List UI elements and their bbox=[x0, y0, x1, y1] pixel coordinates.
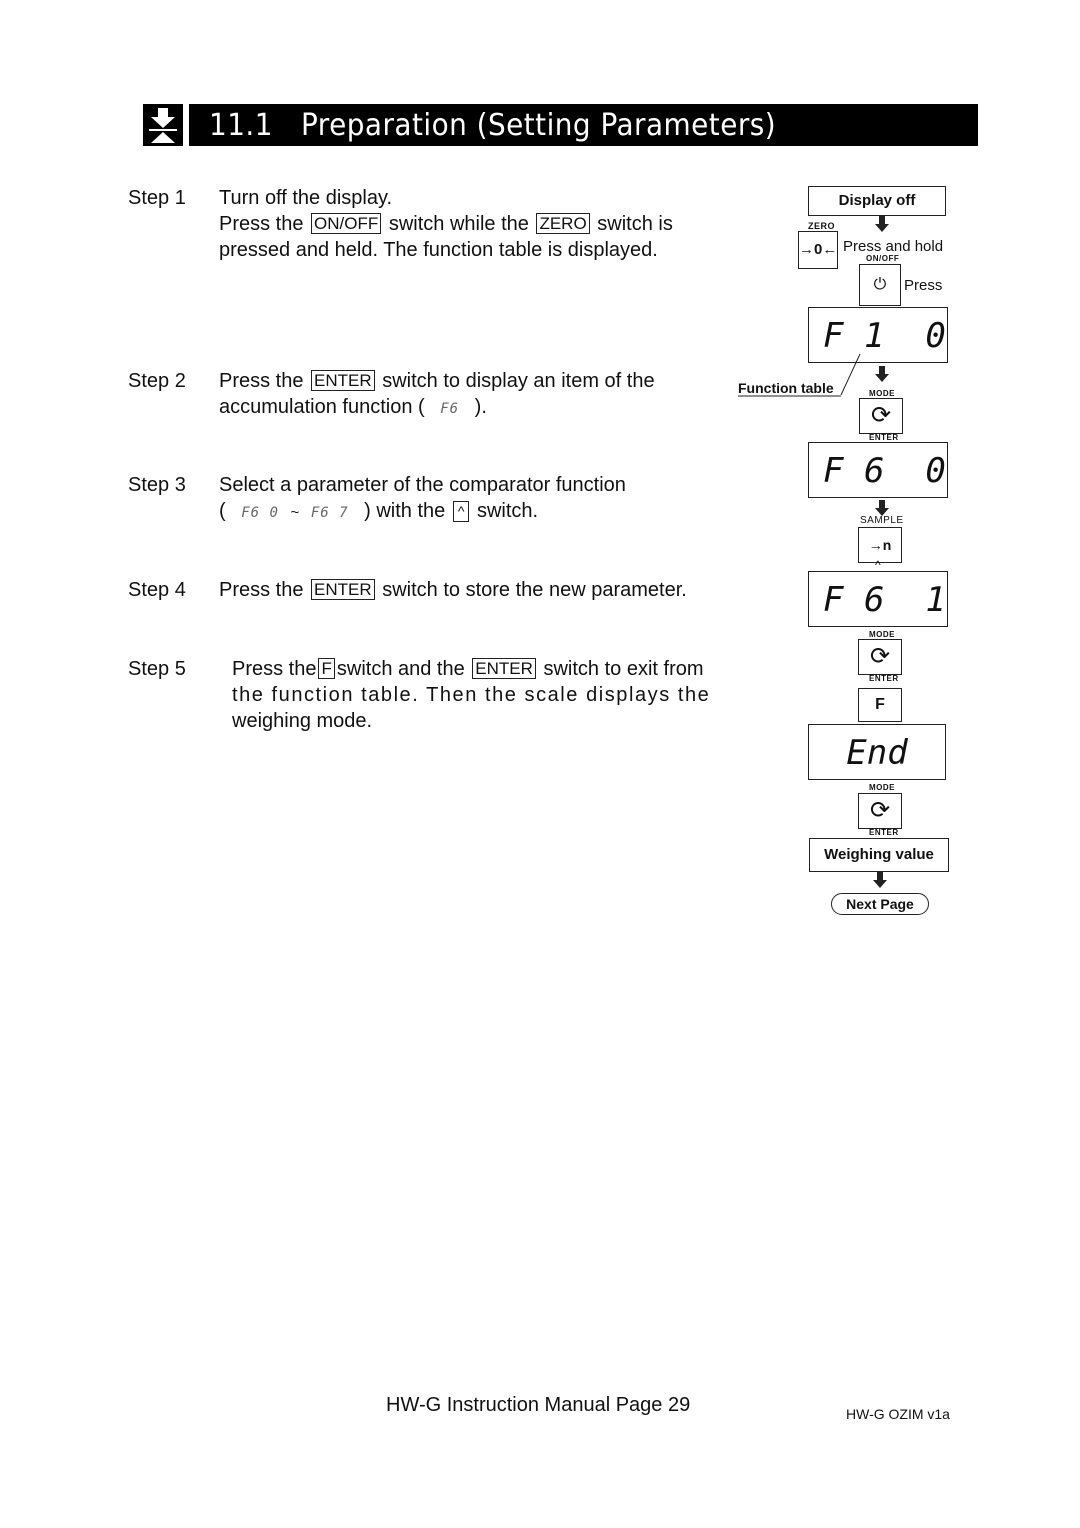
enter-label: ENTER bbox=[869, 433, 899, 442]
zero-key: ZERO bbox=[536, 213, 590, 234]
step-1-text: switch is bbox=[597, 213, 673, 235]
weighing-value-box: Weighing value bbox=[809, 838, 949, 872]
arrow-down-icon bbox=[875, 216, 889, 232]
next-page-label: Next Page bbox=[846, 896, 914, 912]
sample-icon: →n bbox=[868, 537, 892, 553]
zero-icon: →0← bbox=[799, 241, 838, 258]
step-1-line-1: Turn off the display. bbox=[219, 187, 393, 209]
enter-key: ENTER bbox=[472, 658, 536, 679]
step-1-text: Press the bbox=[219, 213, 304, 235]
enter-key: ENTER bbox=[311, 579, 375, 600]
step-3-text: ( bbox=[219, 500, 226, 522]
power-icon: ⏻ bbox=[873, 276, 887, 293]
next-page-badge: Next Page bbox=[831, 893, 929, 915]
step-2-line-1: Press the ENTER switch to display an ite… bbox=[219, 368, 655, 394]
step-3-text: ) with the bbox=[364, 500, 446, 522]
cycle-icon: ⟳ bbox=[870, 402, 892, 429]
step-1-text: switch while the bbox=[388, 213, 529, 235]
onoff-key: ON/OFF bbox=[311, 213, 382, 234]
step-5-text: switch to exit from bbox=[543, 658, 704, 680]
step-2-line-2: accumulation function ( F6 ). bbox=[219, 394, 487, 422]
zero-switch: →0← bbox=[798, 231, 838, 269]
section-title: 11.1 Preparation (Setting Parameters) bbox=[209, 108, 777, 143]
step-4-label: Step 4 bbox=[128, 579, 186, 601]
step-4-line: Press the ENTER switch to store the new … bbox=[219, 577, 687, 603]
display-off-box: Display off bbox=[808, 186, 946, 216]
caret-label: ^ bbox=[875, 558, 881, 572]
tilde: ~ bbox=[290, 504, 300, 521]
step-2-text: accumulation function ( bbox=[219, 396, 425, 418]
press-label: Press bbox=[904, 277, 943, 294]
step-2-label: Step 2 bbox=[128, 370, 186, 392]
mode-label: MODE bbox=[869, 630, 895, 639]
press-and-hold-label: Press and hold bbox=[843, 238, 944, 255]
f-switch: F bbox=[858, 688, 902, 722]
enter-label: ENTER bbox=[869, 828, 899, 837]
mode-label: MODE bbox=[869, 783, 895, 792]
lcd-f6-1: F 6 1 bbox=[808, 571, 948, 627]
step-3-label: Step 3 bbox=[128, 474, 186, 496]
mode-enter-switch: ⟳ bbox=[858, 793, 902, 829]
sample-label: SAMPLE bbox=[860, 515, 904, 526]
segment-code-f6: F6 bbox=[440, 401, 460, 417]
mode-label: MODE bbox=[869, 389, 895, 398]
arrow-down-icon bbox=[875, 500, 889, 516]
mode-enter-switch: ⟳ bbox=[859, 398, 903, 434]
down-arrow-to-bar-icon bbox=[149, 108, 177, 143]
step-5-label: Step 5 bbox=[128, 658, 186, 680]
f-switch-label: F bbox=[875, 696, 885, 713]
segment-code-f60: F6 0 bbox=[241, 505, 279, 521]
step-3-text: switch. bbox=[476, 500, 539, 522]
enter-key: ENTER bbox=[311, 370, 375, 391]
enter-label: ENTER bbox=[869, 674, 899, 683]
arrow-down-icon bbox=[875, 366, 889, 382]
section-icon bbox=[143, 104, 183, 146]
lcd-f6-0: F 6 0 bbox=[808, 442, 948, 498]
step-5-text: switch and the bbox=[336, 658, 465, 680]
up-key: ^ bbox=[452, 501, 470, 522]
display-off-label: Display off bbox=[838, 192, 916, 209]
footer-page: HW-G Instruction Manual Page 29 bbox=[386, 1394, 691, 1416]
step-2-text: switch to display an item of the bbox=[382, 370, 655, 392]
footer-version: HW-G OZIM v1a bbox=[846, 1406, 950, 1422]
step-1-line-2: Press the ON/OFF switch while the ZERO s… bbox=[219, 211, 673, 237]
cycle-icon: ⟳ bbox=[869, 643, 891, 670]
onoff-switch: ⏻ bbox=[859, 264, 901, 306]
step-3-line-2: ( F6 0 ~ F6 7 ) with the ^ switch. bbox=[219, 498, 538, 526]
step-5-line-1: Press the Fswitch and the ENTER switch to… bbox=[232, 656, 704, 682]
weighing-value-label: Weighing value bbox=[824, 846, 934, 863]
step-3-line-1: Select a parameter of the comparator fun… bbox=[219, 474, 626, 496]
f-key: F bbox=[318, 658, 335, 679]
step-5-text: Press the bbox=[232, 658, 317, 680]
segment-code-f67: F6 7 bbox=[310, 505, 349, 521]
mode-enter-switch: ⟳ bbox=[858, 639, 902, 675]
step-5-line-2: the function table. Then the scale displ… bbox=[232, 684, 711, 706]
function-table-label: Function table bbox=[738, 380, 834, 396]
step-5-line-3: weighing mode. bbox=[232, 710, 373, 732]
step-2-text: Press the bbox=[219, 370, 304, 392]
step-2-text: ). bbox=[474, 396, 487, 418]
step-4-text: Press the bbox=[219, 579, 304, 601]
step-1-line-3: pressed and held. The function table is … bbox=[219, 239, 658, 261]
arrow-down-icon bbox=[873, 872, 887, 888]
onoff-label: ON/OFF bbox=[866, 254, 900, 263]
step-4-text: switch to store the new parameter. bbox=[382, 579, 687, 601]
cycle-icon: ⟳ bbox=[869, 797, 891, 824]
lcd-end: End bbox=[808, 724, 946, 780]
zero-label: ZERO bbox=[808, 221, 836, 231]
step-1-label: Step 1 bbox=[128, 187, 186, 209]
